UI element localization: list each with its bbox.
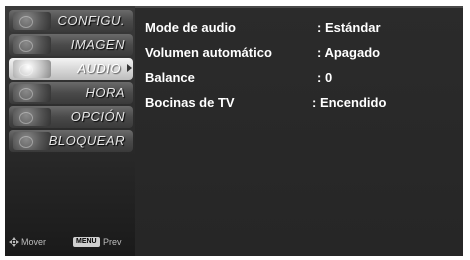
move-hint-label: Mover: [21, 237, 47, 247]
menu-item-picture[interactable]: IMAGEN: [9, 34, 133, 56]
menu-item-label: HORA: [85, 85, 125, 100]
move-arrows-icon: [9, 237, 19, 247]
picture-thumbnail-icon: [13, 36, 51, 54]
audio-thumbnail-icon: [13, 60, 51, 78]
prev-hint-label: Prev: [103, 237, 122, 247]
menu-item-setup[interactable]: CONFIGU.: [9, 10, 133, 32]
main-menu-sidebar: CONFIGU. IMAGEN AUDIO HORA OPCIÓN BLOQUE…: [5, 6, 135, 256]
menu-key-icon: MENU: [73, 237, 100, 247]
setting-value: : Apagado: [317, 45, 381, 60]
menu-item-label: IMAGEN: [70, 37, 125, 52]
lock-thumbnail-icon: [13, 132, 51, 150]
audio-settings-panel: Mode de audio : Estándar Volumen automát…: [135, 6, 463, 256]
menu-item-label: BLOQUEAR: [48, 133, 125, 148]
setting-name: Bocinas de TV: [145, 95, 235, 110]
setting-name: Volumen automático: [145, 45, 272, 60]
setup-thumbnail-icon: [13, 12, 51, 30]
time-thumbnail-icon: [13, 84, 51, 102]
menu-item-label: CONFIGU.: [57, 13, 125, 28]
setting-value: : Estándar: [317, 20, 381, 35]
navigation-hint-bar: Mover MENU Prev: [9, 236, 133, 250]
menu-item-label: OPCIÓN: [70, 109, 125, 124]
setting-name: Mode de audio: [145, 20, 236, 35]
submenu-arrow-icon: [127, 64, 132, 72]
menu-item-label: AUDIO: [77, 61, 121, 76]
setting-name: Balance: [145, 70, 195, 85]
menu-item-time[interactable]: HORA: [9, 82, 133, 104]
setting-value: : Encendido: [312, 95, 387, 110]
menu-item-audio[interactable]: AUDIO: [9, 58, 133, 80]
tv-osd-screen: CONFIGU. IMAGEN AUDIO HORA OPCIÓN BLOQUE…: [5, 6, 463, 256]
option-thumbnail-icon: [13, 108, 51, 126]
setting-value: : 0: [317, 70, 333, 85]
menu-item-lock[interactable]: BLOQUEAR: [9, 130, 133, 152]
menu-item-option[interactable]: OPCIÓN: [9, 106, 133, 128]
